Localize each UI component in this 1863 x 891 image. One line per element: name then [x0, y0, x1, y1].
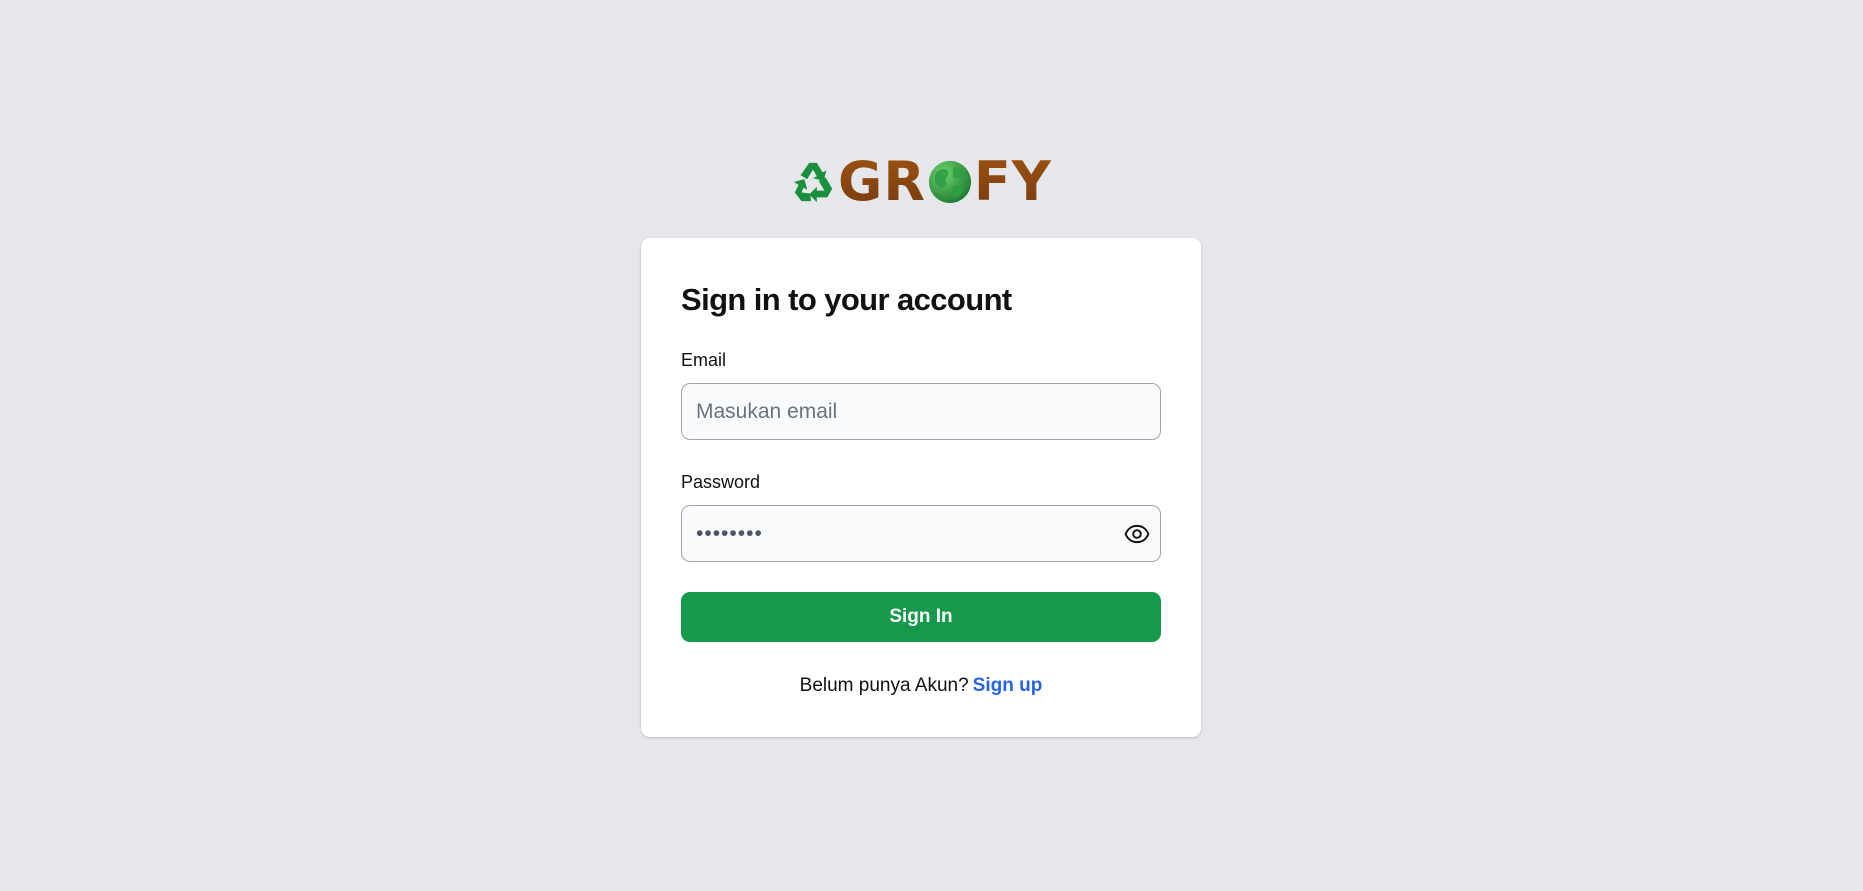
logo-text-right: FY	[973, 150, 1052, 213]
email-label: Email	[681, 350, 727, 370]
grofy-logo: GR FY	[790, 150, 1052, 213]
recycle-icon	[793, 162, 833, 203]
password-field-container	[681, 505, 1161, 562]
email-field[interactable]	[682, 384, 1160, 439]
eye-icon[interactable]	[1124, 521, 1150, 547]
signup-prompt-text: Belum punya Akun?	[799, 675, 969, 696]
password-field[interactable]	[682, 506, 1160, 561]
logo-text-left: GR	[838, 150, 926, 213]
sign-in-button[interactable]: Sign In	[681, 592, 1161, 642]
sign-up-link[interactable]: Sign up	[973, 675, 1043, 696]
email-field-container	[681, 383, 1161, 440]
signup-prompt: Belum punya Akun? Sign up	[641, 673, 1201, 699]
password-label: Password	[681, 472, 761, 492]
signin-card: Sign in to your account Email Password S…	[641, 238, 1201, 737]
globe-icon	[928, 160, 971, 204]
page-title: Sign in to your account	[681, 282, 1012, 317]
